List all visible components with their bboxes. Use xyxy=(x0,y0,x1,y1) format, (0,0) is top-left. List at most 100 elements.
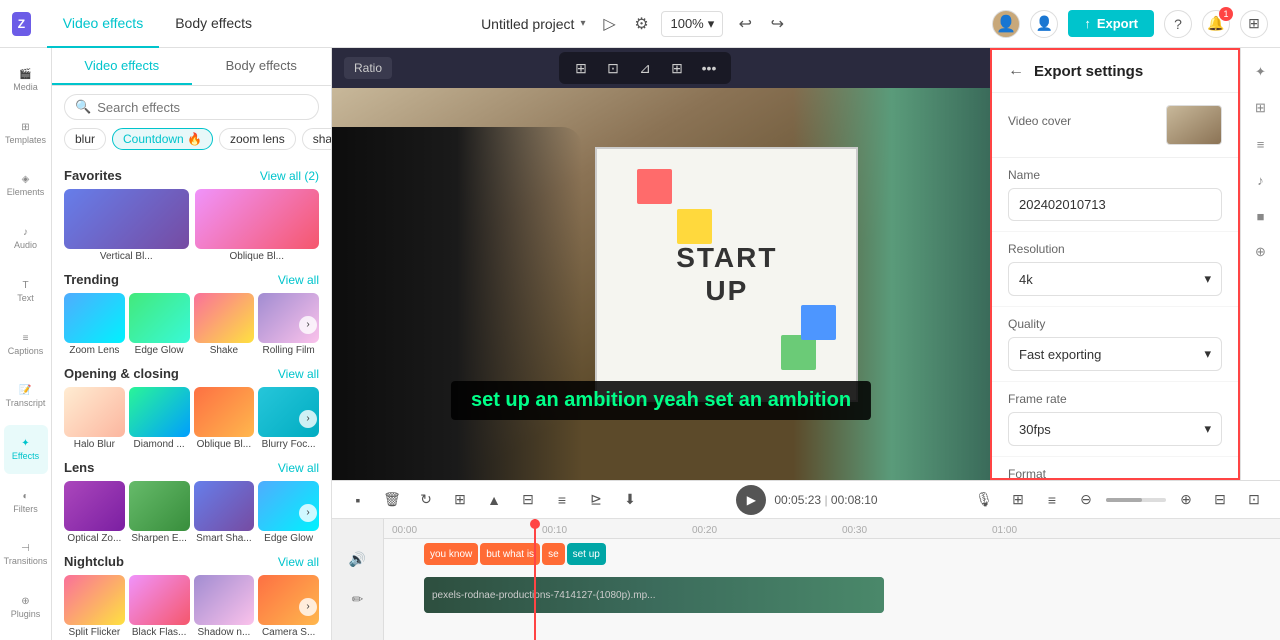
resolution-dropdown[interactable]: 4k ▾ xyxy=(1008,262,1222,296)
effect-diamond[interactable]: Diamond ... xyxy=(129,387,190,450)
redo-button[interactable]: ↪ xyxy=(763,10,791,38)
play-button[interactable]: ▷ xyxy=(597,12,621,36)
nightclub-view-all[interactable]: View all xyxy=(278,555,319,569)
trending-view-all[interactable]: View all xyxy=(278,273,319,287)
effect-vertical-blur[interactable]: Vertical Bl... xyxy=(64,189,189,262)
filter-zoom-lens[interactable]: zoom lens xyxy=(219,128,296,150)
timeline-tool-list[interactable]: ≡ xyxy=(548,486,576,514)
export-button[interactable]: ↑ Export xyxy=(1068,10,1154,37)
tab-video-effects[interactable]: Video effects xyxy=(47,0,159,48)
sidebar-item-filters[interactable]: ◐ Filters xyxy=(4,478,48,527)
frame-rate-dropdown[interactable]: 30fps ▾ xyxy=(1008,412,1222,446)
lens-view-all[interactable]: View all xyxy=(278,461,319,475)
subtitle-chip-se[interactable]: se xyxy=(542,543,565,565)
timeline-captions-button[interactable]: ≡ xyxy=(1038,486,1066,514)
timeline-tool-loop[interactable]: ↻ xyxy=(412,486,440,514)
project-name[interactable]: Untitled project ▾ xyxy=(481,16,585,32)
effect-sharpen-e[interactable]: Sharpen E... xyxy=(129,481,190,544)
video-cover-thumbnail[interactable] xyxy=(1166,105,1222,145)
filter-sha[interactable]: sha... xyxy=(302,128,331,150)
tab-body-effects-panel[interactable]: Body effects xyxy=(192,48,332,85)
zoom-slider[interactable] xyxy=(1106,498,1166,502)
effect-optical-zo[interactable]: Optical Zo... xyxy=(64,481,125,544)
sidebar-item-transitions[interactable]: ⊣ Transitions xyxy=(4,531,48,580)
notification-button[interactable]: 🔔 1 xyxy=(1202,10,1230,38)
subtitle-chip-set-up[interactable]: set up xyxy=(567,543,606,565)
effect-shake[interactable]: Shake xyxy=(194,293,255,356)
subtitle-chip-but-what-is[interactable]: but what is xyxy=(480,543,540,565)
search-effects-box[interactable]: 🔍 xyxy=(64,94,319,120)
timeline-tool-download[interactable]: ⬇ xyxy=(616,486,644,514)
effect-shadow-n[interactable]: Shadow n... xyxy=(194,575,255,638)
nightclub-next-icon[interactable]: › xyxy=(299,598,317,616)
right-icon-effects[interactable]: ✦ xyxy=(1245,56,1277,88)
track-label-edit[interactable]: ✏ xyxy=(340,582,376,618)
effect-split-flicker[interactable]: Split Flicker xyxy=(64,575,125,638)
opening-closing-view-all[interactable]: View all xyxy=(278,367,319,381)
quality-dropdown[interactable]: Fast exporting ▾ xyxy=(1008,337,1222,371)
help-button[interactable]: ? xyxy=(1164,10,1192,38)
favorites-view-all[interactable]: View all (2) xyxy=(260,169,319,183)
trending-next-icon[interactable]: › xyxy=(299,316,317,334)
timeline-zoom-out-button[interactable]: ⊖ xyxy=(1072,486,1100,514)
sidebar-item-templates[interactable]: ⊞ Templates xyxy=(4,109,48,158)
preview-ctrl-more[interactable]: ••• xyxy=(697,56,721,80)
search-input[interactable] xyxy=(97,100,308,115)
zoom-selector[interactable]: 100% ▾ xyxy=(661,11,723,37)
track-label-volume[interactable]: 🔊 xyxy=(340,542,376,578)
app-logo[interactable]: Z xyxy=(12,12,31,36)
timeline-captions2-button[interactable]: ⊡ xyxy=(1240,486,1268,514)
timeline-playhead[interactable] xyxy=(534,519,536,640)
effect-black-flash[interactable]: Black Flas... xyxy=(129,575,190,638)
name-input[interactable] xyxy=(1008,188,1222,221)
layout-button[interactable]: ⊞ xyxy=(1240,10,1268,38)
tab-video-effects-panel[interactable]: Video effects xyxy=(52,48,192,85)
timeline-tool-delete[interactable]: 🗑 xyxy=(378,486,406,514)
right-icon-color[interactable]: ■ xyxy=(1245,200,1277,232)
user-avatar[interactable]: 👤 xyxy=(992,10,1020,38)
sidebar-item-media[interactable]: 🎬 Media xyxy=(4,56,48,105)
tab-body-effects[interactable]: Body effects xyxy=(159,0,268,48)
timeline-tool-play-clip[interactable]: ⊵ xyxy=(582,486,610,514)
sidebar-item-transcript[interactable]: 📝 Transcript xyxy=(4,372,48,421)
settings-button[interactable]: ⚙ xyxy=(629,12,653,36)
opening-next-icon[interactable]: › xyxy=(299,410,317,428)
sidebar-item-text[interactable]: T Text xyxy=(4,267,48,316)
effect-oblique-bl[interactable]: Oblique Bl... xyxy=(194,387,255,450)
effect-oblique-blur[interactable]: Oblique Bl... xyxy=(195,189,320,262)
export-back-button[interactable]: ← xyxy=(1008,62,1024,80)
filter-countdown[interactable]: Countdown 🔥 xyxy=(112,128,213,150)
right-icon-more[interactable]: ⊕ xyxy=(1245,236,1277,268)
lens-next-icon[interactable]: › xyxy=(299,504,317,522)
right-icon-adjust[interactable]: ≡ xyxy=(1245,128,1277,160)
undo-button[interactable]: ↩ xyxy=(731,10,759,38)
preview-ctrl-transform[interactable]: ⊿ xyxy=(633,56,657,80)
effect-zoom-lens[interactable]: Zoom Lens xyxy=(64,293,125,356)
preview-ctrl-crop[interactable]: ⊡ xyxy=(601,56,625,80)
sidebar-item-plugins[interactable]: ⊕ Plugins xyxy=(4,583,48,632)
preview-ctrl-fit[interactable]: ⊞ xyxy=(665,56,689,80)
profile-icon[interactable]: 👤 xyxy=(1030,10,1058,38)
effect-smart-sha[interactable]: Smart Sha... xyxy=(194,481,255,544)
effect-edge-glow[interactable]: Edge Glow xyxy=(129,293,190,356)
sidebar-item-audio[interactable]: ♪ Audio xyxy=(4,214,48,263)
right-icon-audio[interactable]: ♪ xyxy=(1245,164,1277,196)
ratio-button[interactable]: Ratio xyxy=(344,57,392,79)
subtitle-chip-you-know[interactable]: you know xyxy=(424,543,478,565)
timeline-grid-button[interactable]: ⊞ xyxy=(1004,486,1032,514)
timeline-fullscreen-button[interactable]: ⊟ xyxy=(1206,486,1234,514)
sidebar-item-effects[interactable]: ✦ Effects xyxy=(4,425,48,474)
video-clip[interactable]: pexels-rodnae-productions-7414127-(1080p… xyxy=(424,577,884,613)
timeline-mic-button[interactable]: 🎙 xyxy=(970,486,998,514)
timeline-tool-up[interactable]: ▲ xyxy=(480,486,508,514)
sidebar-item-elements[interactable]: ◈ Elements xyxy=(4,161,48,210)
timeline-tool-select[interactable]: ▪ xyxy=(344,486,372,514)
timeline-play-button[interactable]: ▶ xyxy=(736,485,766,515)
timeline-zoom-in-button[interactable]: ⊕ xyxy=(1172,486,1200,514)
timeline-tool-minus[interactable]: ⊟ xyxy=(514,486,542,514)
effect-halo-blur[interactable]: Halo Blur xyxy=(64,387,125,450)
sidebar-item-captions[interactable]: ≡ Captions xyxy=(4,320,48,369)
right-icon-layout[interactable]: ⊞ xyxy=(1245,92,1277,124)
timeline-tool-split[interactable]: ⊞ xyxy=(446,486,474,514)
filter-blur[interactable]: blur xyxy=(64,128,106,150)
